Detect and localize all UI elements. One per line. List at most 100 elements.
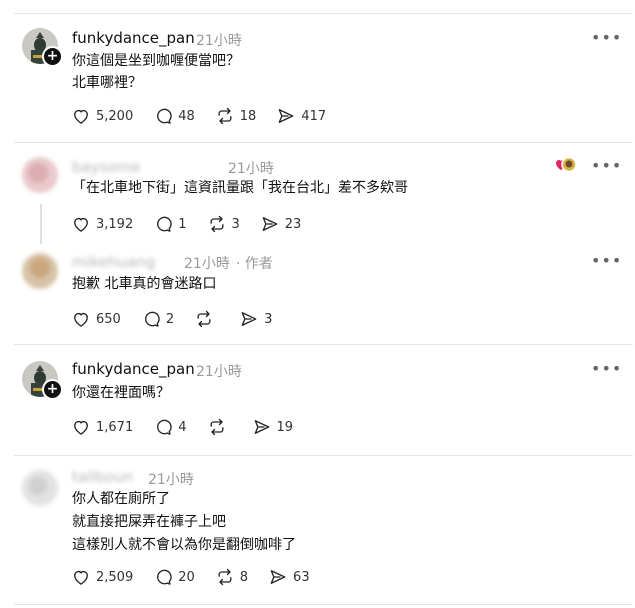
share-count: 3 xyxy=(264,311,273,327)
more-icon[interactable]: ••• xyxy=(591,253,622,269)
timestamp[interactable]: 21小時 xyxy=(196,30,242,50)
timestamp[interactable]: 21小時 xyxy=(184,253,230,273)
author-tag: · 作者 xyxy=(236,256,273,272)
share-button[interactable]: 63 xyxy=(268,567,310,587)
heart-icon xyxy=(74,420,88,435)
repost-button[interactable] xyxy=(207,417,232,437)
heart-icon xyxy=(74,570,88,585)
comment-count: 4 xyxy=(178,419,187,435)
timestamp[interactable]: 21小時 xyxy=(196,361,242,381)
repost-button[interactable] xyxy=(194,309,219,329)
share-button[interactable]: 417 xyxy=(276,106,326,126)
comment-count: 1 xyxy=(178,216,187,232)
comment-button[interactable]: 20 xyxy=(153,567,195,587)
repost-count: 18 xyxy=(239,108,257,124)
like-button[interactable]: 5,200 xyxy=(71,106,133,126)
post-text-line: 這樣別人就不會以為你是翻倒咖啡了 xyxy=(72,537,296,553)
repost-button[interactable]: 8 xyxy=(215,567,248,587)
post-text-line: 北車哪裡？ xyxy=(72,75,142,91)
post-text-line: 就直接把屎弄在褲子上吧 xyxy=(72,514,226,530)
action-bar: 5,200 48 18 417 xyxy=(71,105,346,127)
follow-plus-icon[interactable]: + xyxy=(42,379,63,400)
username[interactable]: mikehuang xyxy=(72,253,155,271)
like-button[interactable]: 650 xyxy=(71,309,121,329)
more-icon[interactable]: ••• xyxy=(591,158,622,174)
like-count: 5,200 xyxy=(96,108,134,124)
like-count: 1,671 xyxy=(96,419,134,435)
action-bar: 3,192 1 3 23 xyxy=(71,213,321,235)
comment-count: 20 xyxy=(178,569,195,585)
post-text-line: 「在北車地下街」這資訊量跟「我在台北」差不多欸哥 xyxy=(72,180,408,196)
divider xyxy=(14,604,633,605)
share-count: 19 xyxy=(276,419,294,435)
repost-icon xyxy=(197,310,211,328)
comment-icon xyxy=(157,108,172,124)
follow-plus-icon[interactable]: + xyxy=(42,46,63,67)
heart-icon xyxy=(74,312,88,327)
comment-icon xyxy=(157,569,172,585)
comment-button[interactable]: 4 xyxy=(153,417,187,437)
repost-button[interactable]: 3 xyxy=(207,214,240,234)
repost-icon xyxy=(210,215,223,233)
share-count: 417 xyxy=(301,108,327,124)
divider xyxy=(14,344,633,345)
avatar[interactable]: + xyxy=(22,361,63,400)
avatar[interactable] xyxy=(22,470,58,506)
share-icon xyxy=(241,312,257,326)
comment-icon xyxy=(157,216,172,232)
repost-count: 8 xyxy=(239,569,249,585)
like-count: 3,192 xyxy=(96,216,134,232)
comment-button[interactable]: 48 xyxy=(153,106,195,126)
avatar[interactable]: + xyxy=(22,28,63,67)
more-icon[interactable]: ••• xyxy=(591,361,622,377)
comment-icon xyxy=(144,311,160,327)
share-button[interactable]: 19 xyxy=(252,417,294,437)
comment-count: 48 xyxy=(178,108,195,124)
username[interactable]: tallboun xyxy=(72,468,133,486)
post-text-line: 你還在裡面嗎？ xyxy=(72,385,170,401)
repost-icon xyxy=(210,418,223,436)
divider xyxy=(14,13,633,14)
post-text-line: 抱歉 北車真的會迷路口 xyxy=(72,276,217,292)
comment-button[interactable]: 1 xyxy=(153,214,187,234)
thread-line xyxy=(40,204,42,244)
share-icon xyxy=(262,217,278,231)
comment-icon xyxy=(157,419,172,435)
like-button[interactable]: 2,509 xyxy=(71,567,133,587)
divider xyxy=(14,142,633,143)
action-bar: 650 2 3 xyxy=(71,308,292,330)
repost-count: 3 xyxy=(231,216,240,232)
timestamp[interactable]: 21小時 xyxy=(148,469,194,489)
share-button[interactable]: 23 xyxy=(260,214,302,234)
share-count: 23 xyxy=(284,216,302,232)
more-icon[interactable]: ••• xyxy=(591,30,622,46)
comment-count: 2 xyxy=(165,311,175,327)
action-bar: 1,671 4 19 xyxy=(71,416,313,438)
heart-icon xyxy=(74,217,88,232)
username[interactable]: funkydance_pan xyxy=(72,29,195,47)
share-button[interactable]: 3 xyxy=(239,309,272,329)
heart-icon xyxy=(74,109,88,124)
post-text-line: 你這個是坐到咖喱便當吧？ xyxy=(72,53,240,69)
avatar[interactable] xyxy=(22,253,58,289)
share-icon xyxy=(254,420,269,434)
post-text-line: 你人都在廁所了 xyxy=(72,491,170,507)
like-button[interactable]: 1,671 xyxy=(71,417,133,437)
action-bar: 2,509 20 8 63 xyxy=(71,566,330,588)
reaction-icon xyxy=(556,156,577,173)
repost-icon xyxy=(218,107,232,125)
share-icon xyxy=(270,570,286,584)
repost-icon xyxy=(218,568,232,586)
repost-button[interactable]: 18 xyxy=(215,106,257,126)
like-count: 650 xyxy=(96,311,121,327)
like-count: 2,509 xyxy=(96,569,134,585)
timestamp[interactable]: 21小時 xyxy=(228,158,274,178)
divider xyxy=(14,455,633,456)
like-button[interactable]: 3,192 xyxy=(71,214,133,234)
comment-button[interactable]: 2 xyxy=(141,309,174,329)
avatar[interactable] xyxy=(22,157,58,193)
share-icon xyxy=(278,109,294,123)
username[interactable]: baysome xyxy=(72,158,140,176)
share-count: 63 xyxy=(293,569,310,585)
username[interactable]: funkydance_pan xyxy=(72,360,195,378)
